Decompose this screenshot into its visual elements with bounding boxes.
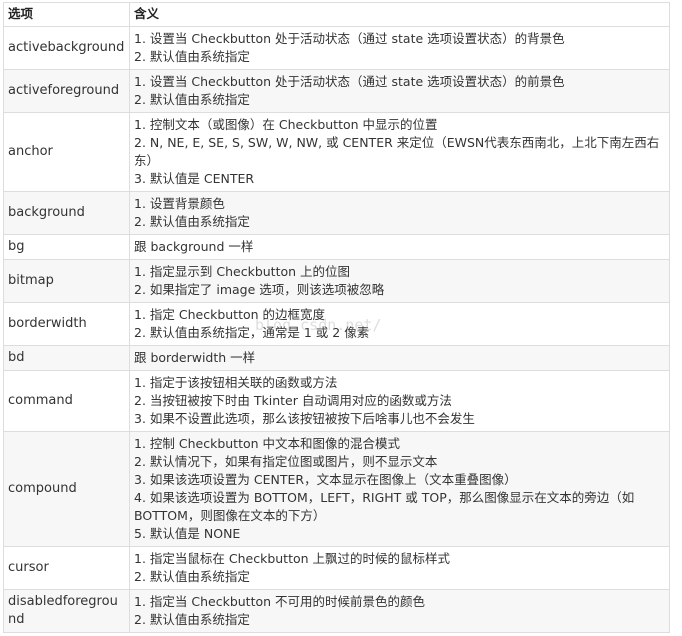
option-name: compound — [8, 481, 77, 496]
header-meaning: 含义 — [129, 2, 670, 27]
meaning-line: 2. 默认值由系统指定 — [134, 49, 250, 64]
meaning-line: 1. 控制文本（或图像）在 Checkbutton 中显示的位置 — [134, 117, 438, 132]
option-cell: anchor — [3, 112, 130, 192]
meaning-line: 2. 默认值由系统指定 — [134, 214, 250, 229]
table-row: bg 跟 background 一样 — [3, 234, 670, 260]
table-row: activeforeground 1. 设置当 Checkbutton 处于活动状… — [3, 69, 670, 113]
option-cell: bitmap — [3, 259, 130, 303]
table-row: command 1. 指定于该按钮相关联的函数或方法 2. 当按钮被按下时由 Tki… — [3, 370, 670, 432]
table-row: compound 1. 控制 Checkbutton 中文本和图像的混合模式 2. … — [3, 431, 670, 547]
table-row: background 1. 设置背景颜色 2. 默认值由系统指定 — [3, 191, 670, 235]
table-header-row: 选项 含义 — [3, 2, 670, 27]
table-row: bitmap 1. 指定显示到 Checkbutton 上的位图 2. 如果指定了 … — [3, 259, 670, 303]
table-row: disabledforeground 1. 指定当 Checkbutton 不可用… — [3, 589, 670, 633]
meaning-cell: 跟 borderwidth 一样 — [129, 345, 670, 371]
meaning-line: 2. 默认值由系统指定 — [134, 92, 250, 107]
option-name: bg — [8, 239, 25, 254]
option-name: activebackground — [8, 40, 125, 55]
option-name: disabledforeground — [8, 594, 118, 627]
meaning-cell: 1. 设置当 Checkbutton 处于活动状态（通过 state 选项设置状… — [129, 26, 670, 70]
meaning-cell: 1. 指定当 Checkbutton 不可用的时候前景色的颜色 2. 默认值由系统… — [129, 589, 670, 633]
meaning-cell: 1. 控制 Checkbutton 中文本和图像的混合模式 2. 默认情况下，如果… — [129, 431, 670, 547]
option-cell: borderwidth — [3, 302, 130, 346]
header-option: 选项 — [3, 2, 130, 27]
option-cell: disabledforeground — [3, 589, 130, 633]
table-body: activebackground 1. 设置当 Checkbutton 处于活动状… — [3, 26, 670, 633]
option-name: activeforeground — [8, 83, 120, 98]
meaning-line: 3. 如果不设置此选项，那么该按钮被按下后啥事儿也不会发生 — [134, 411, 475, 426]
meaning-line: 1. 指定显示到 Checkbutton 上的位图 — [134, 264, 351, 279]
meaning-line: 1. 设置当 Checkbutton 处于活动状态（通过 state 选项设置状… — [134, 31, 565, 46]
option-cell: command — [3, 370, 130, 432]
option-name: background — [8, 205, 85, 220]
meaning-line: 1. 设置当 Checkbutton 处于活动状态（通过 state 选项设置状… — [134, 74, 565, 89]
table-row: bd 跟 borderwidth 一样 — [3, 345, 670, 371]
meaning-cell: 1. 控制文本（或图像）在 Checkbutton 中显示的位置 2. N, NE… — [129, 112, 670, 192]
option-cell: cursor — [3, 546, 130, 590]
meaning-cell: 1. 设置背景颜色 2. 默认值由系统指定 — [129, 191, 670, 235]
meaning-line: 跟 background 一样 — [134, 239, 254, 254]
table-row: activebackground 1. 设置当 Checkbutton 处于活动状… — [3, 26, 670, 70]
meaning-line: 1. 设置背景颜色 — [134, 196, 225, 211]
option-cell: background — [3, 191, 130, 235]
meaning-cell: 1. 指定当鼠标在 Checkbutton 上飘过的时候的鼠标样式 2. 默认值由… — [129, 546, 670, 590]
option-name: bd — [8, 350, 25, 365]
option-name: anchor — [8, 144, 53, 159]
table-row: anchor 1. 控制文本（或图像）在 Checkbutton 中显示的位置 2.… — [3, 112, 670, 192]
meaning-line: 2. 默认值由系统指定 — [134, 612, 250, 627]
option-name: command — [8, 393, 73, 408]
option-cell: bd — [3, 345, 130, 371]
meaning-line: 1. 指定 Checkbutton 的边框宽度 — [134, 307, 326, 322]
meaning-line: 5. 默认值是 NONE — [134, 526, 241, 541]
meaning-line: 3. 如果该选项设置为 CENTER，文本显示在图像上（文本重叠图像） — [134, 472, 517, 487]
meaning-line: 2. 默认值由系统指定 — [134, 569, 250, 584]
meaning-cell: 跟 background 一样 — [129, 234, 670, 260]
meaning-cell: 1. 指定 Checkbutton 的边框宽度 2. 默认值由系统指定，通常是 1… — [129, 302, 670, 346]
meaning-line: 跟 borderwidth 一样 — [134, 350, 256, 365]
meaning-line: 1. 控制 Checkbutton 中文本和图像的混合模式 — [134, 436, 401, 451]
meaning-cell: 1. 设置当 Checkbutton 处于活动状态（通过 state 选项设置状… — [129, 69, 670, 113]
meaning-line: 2. 默认值由系统指定，通常是 1 或 2 像素 — [134, 325, 370, 340]
meaning-cell: 1. 指定于该按钮相关联的函数或方法 2. 当按钮被按下时由 Tkinter 自动… — [129, 370, 670, 432]
meaning-line: 1. 指定当鼠标在 Checkbutton 上飘过的时候的鼠标样式 — [134, 551, 451, 566]
options-table: 选项 含义 activebackground 1. 设置当 Checkbutton… — [3, 2, 670, 633]
meaning-cell: 1. 指定显示到 Checkbutton 上的位图 2. 如果指定了 image … — [129, 259, 670, 303]
meaning-line: 2. 默认情况下，如果有指定位图或图片，则不显示文本 — [134, 454, 438, 469]
table-row: cursor 1. 指定当鼠标在 Checkbutton 上飘过的时候的鼠标样式 2… — [3, 546, 670, 590]
meaning-line: 1. 指定于该按钮相关联的函数或方法 — [134, 375, 338, 390]
meaning-line: 4. 如果该选项设置为 BOTTOM，LEFT，RIGHT 或 TOP，那么图像… — [134, 490, 635, 523]
option-cell: activebackground — [3, 26, 130, 70]
option-name: cursor — [8, 560, 49, 575]
meaning-line: 2. 当按钮被按下时由 Tkinter 自动调用对应的函数或方法 — [134, 393, 452, 408]
meaning-line: 3. 默认值是 CENTER — [134, 171, 255, 186]
option-name: bitmap — [8, 273, 54, 288]
meaning-line: 1. 指定当 Checkbutton 不可用的时候前景色的颜色 — [134, 594, 426, 609]
option-cell: activeforeground — [3, 69, 130, 113]
meaning-line: 2. N, NE, E, SE, S, SW, W, NW, 或 CENTER … — [134, 135, 660, 168]
option-cell: bg — [3, 234, 130, 260]
meaning-line: 2. 如果指定了 image 选项，则该选项被忽略 — [134, 282, 385, 297]
option-name: borderwidth — [8, 316, 87, 331]
option-cell: compound — [3, 431, 130, 547]
table-row: borderwidth 1. 指定 Checkbutton 的边框宽度 2. 默认值… — [3, 302, 670, 346]
